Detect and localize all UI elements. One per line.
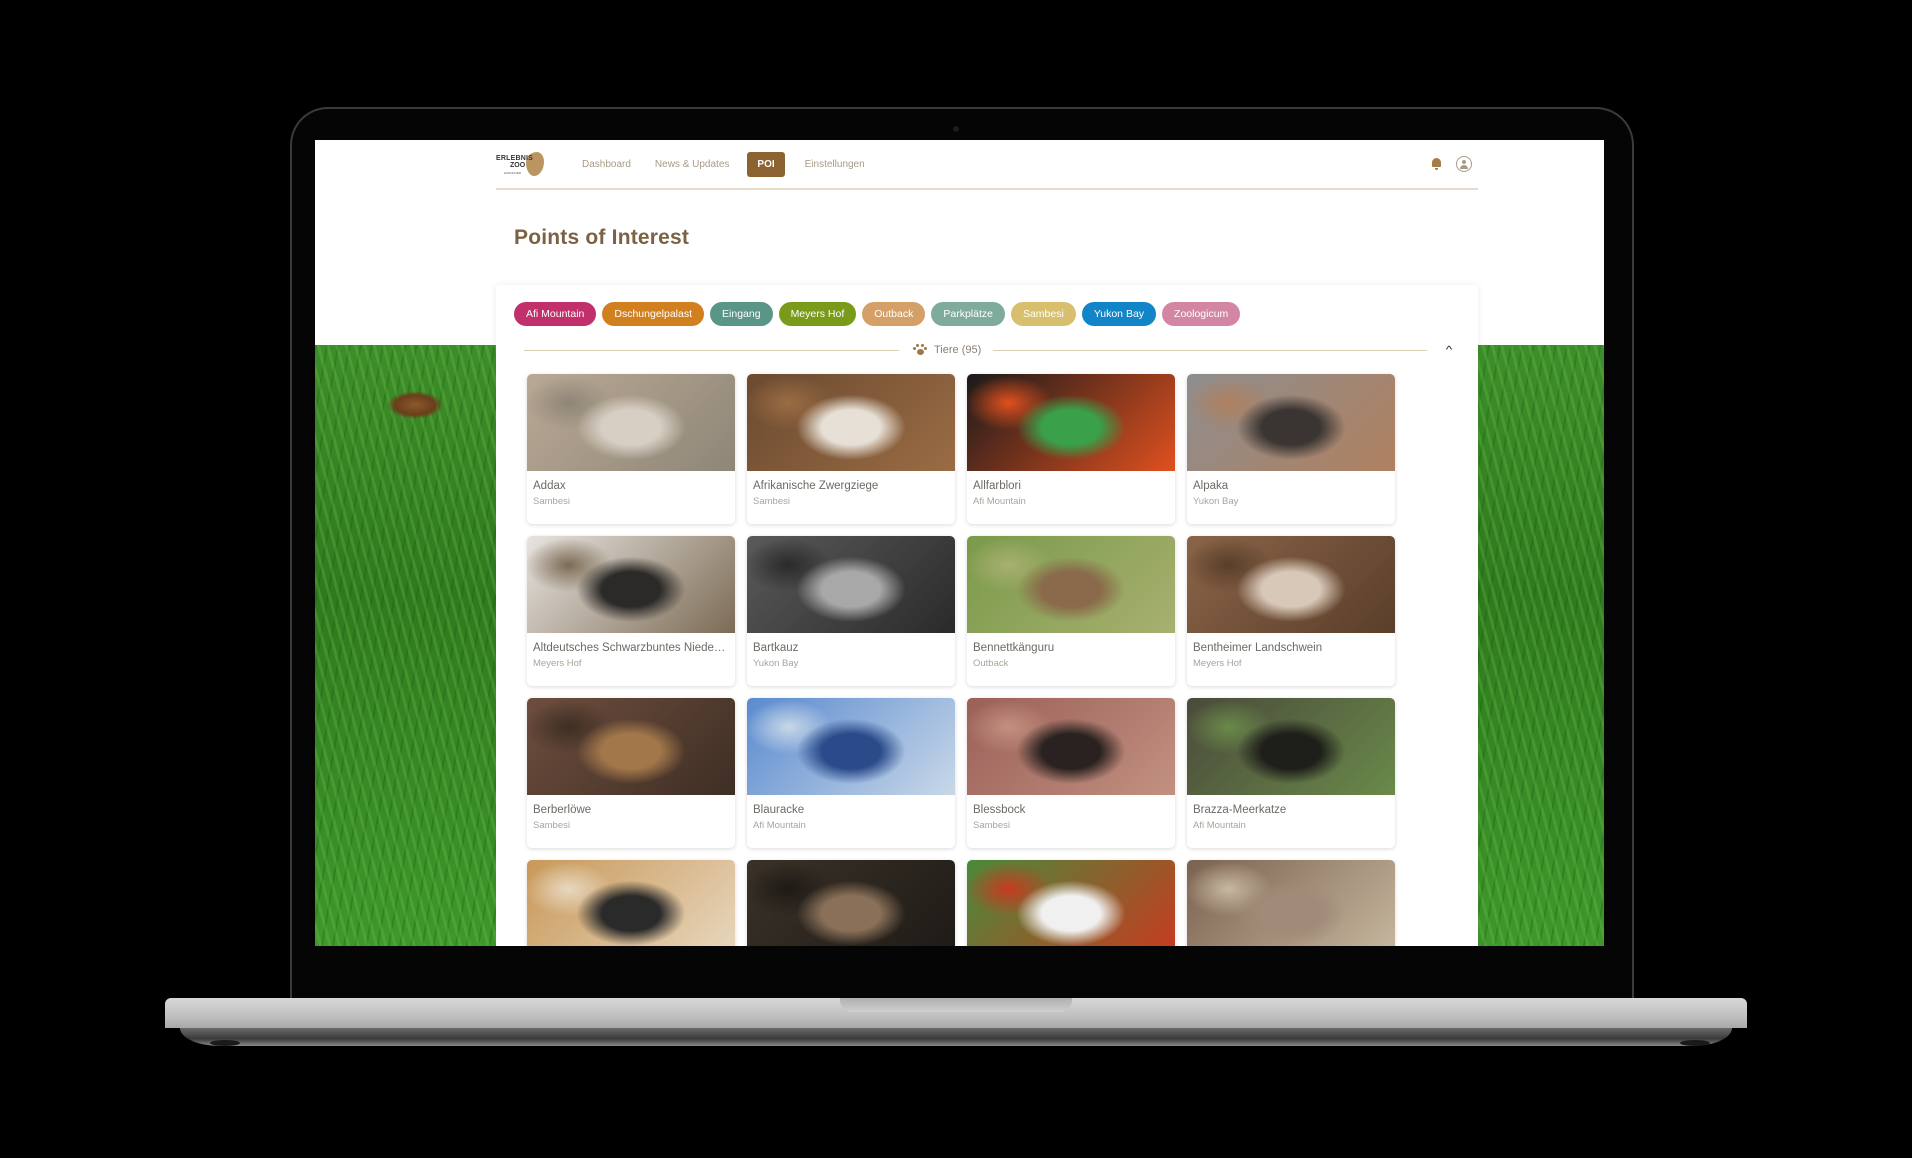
animal-area: Afi Mountain (753, 820, 806, 831)
poi-panel: Afi Mountain Dschungelpalast Eingang Meyers… (496, 285, 1478, 946)
animal-area: Sambesi (973, 820, 1010, 831)
animal-photo (747, 536, 955, 633)
animal-photo (747, 860, 955, 946)
filter-chip-meyers-hof[interactable]: Meyers Hof (778, 302, 857, 326)
animal-grid: Addax Sambesi Afrikanische Zwergziege Sambe… (527, 374, 1395, 946)
nav-item-news-updates[interactable]: News & Updates (655, 152, 729, 177)
logo-text-line3: HANNOVER (504, 171, 522, 175)
nav-actions (1431, 156, 1478, 172)
filter-chip-zoologicum[interactable]: Zoologicum (1162, 302, 1241, 326)
bell-icon[interactable] (1431, 158, 1442, 170)
animal-name: Bentheimer Landschwein (1193, 642, 1323, 654)
filter-chip-afi-mountain[interactable]: Afi Mountain (514, 302, 597, 326)
animal-area: Yukon Bay (753, 658, 799, 669)
animal-card[interactable]: Brazza-Meerkatze Afi Mountain (1187, 698, 1395, 848)
animal-card[interactable]: Addax Sambesi (527, 374, 735, 524)
animal-photo (967, 860, 1175, 946)
animal-area: Sambesi (533, 820, 570, 831)
animal-card[interactable] (527, 860, 735, 946)
animal-card[interactable]: Blessbock Sambesi (967, 698, 1175, 848)
chevron-up-icon[interactable]: ^ (1435, 345, 1463, 356)
nav-item-dashboard[interactable]: Dashboard (582, 152, 631, 177)
section-label: Tiere (95) (934, 344, 982, 356)
animal-name: Blauracke (753, 804, 805, 816)
logo-text-line1: ERLEBNIS (496, 155, 533, 162)
animal-card[interactable] (747, 860, 955, 946)
animal-name: Altdeutsches Schwarzbuntes Niederungsrin… (533, 642, 727, 654)
animal-photo (1187, 374, 1395, 471)
nav-items: Dashboard News & Updates POI Einstellungen (582, 151, 889, 177)
divider (993, 349, 1427, 351)
filter-chip-yukon-bay[interactable]: Yukon Bay (1081, 302, 1157, 326)
animal-photo (527, 860, 735, 946)
laptop-opening-notch (840, 998, 1072, 1012)
laptop-foot (210, 1040, 240, 1046)
page-title: Points of Interest (514, 226, 690, 249)
animal-area: Yukon Bay (1193, 496, 1239, 507)
filter-chip-outback[interactable]: Outback (862, 302, 926, 326)
animals-section-header[interactable]: Tiere (95) ^ (524, 340, 1459, 360)
animal-photo (1187, 860, 1395, 946)
animal-photo (747, 374, 955, 471)
animal-area: Afi Mountain (973, 496, 1026, 507)
animal-photo (747, 698, 955, 795)
filter-chip-dschungelpalast[interactable]: Dschungelpalast (602, 302, 705, 326)
animal-area: Afi Mountain (1193, 820, 1246, 831)
animal-area: Meyers Hof (533, 658, 582, 669)
animal-card[interactable]: Berberlöwe Sambesi (527, 698, 735, 848)
animal-name: Berberlöwe (533, 804, 592, 816)
animal-name: Blessbock (973, 804, 1026, 816)
animal-card[interactable]: Bentheimer Landschwein Meyers Hof (1187, 536, 1395, 686)
animal-name: Alpaka (1193, 480, 1229, 492)
animal-card[interactable] (1187, 860, 1395, 946)
paw-icon (913, 344, 927, 356)
filter-chip-eingang[interactable]: Eingang (710, 302, 773, 326)
animal-photo (527, 698, 735, 795)
animal-photo (967, 698, 1175, 795)
animal-card[interactable] (967, 860, 1175, 946)
webcam (953, 126, 959, 132)
user-account-icon[interactable] (1456, 156, 1472, 172)
animal-card[interactable]: Allfarblori Afi Mountain (967, 374, 1175, 524)
animal-card[interactable]: Bartkauz Yukon Bay (747, 536, 955, 686)
animal-photo (967, 374, 1175, 471)
animal-photo (1187, 698, 1395, 795)
top-navigation: ERLEBNIS ZOO HANNOVER Dashboard News & Up… (496, 140, 1478, 190)
animal-area: Meyers Hof (1193, 658, 1242, 669)
animal-area: Sambesi (533, 496, 570, 507)
animal-name: Bennettkänguru (973, 642, 1055, 654)
filter-chip-sambesi[interactable]: Sambesi (1010, 302, 1076, 326)
animal-card[interactable]: Blauracke Afi Mountain (747, 698, 955, 848)
animal-name: Bartkauz (753, 642, 799, 654)
animal-photo (527, 536, 735, 633)
animal-area: Outback (973, 658, 1009, 669)
filter-chip-parkplätze[interactable]: Parkplätze (931, 302, 1005, 326)
animal-name: Afrikanische Zwergziege (753, 480, 879, 492)
animal-card[interactable]: Altdeutsches Schwarzbuntes Niederungsrin… (527, 536, 735, 686)
animal-photo (967, 536, 1175, 633)
divider (524, 349, 899, 351)
animal-name: Brazza-Meerkatze (1193, 804, 1287, 816)
laptop-screen: ERLEBNIS ZOO HANNOVER Dashboard News & Up… (315, 140, 1604, 946)
logo-text-line2: ZOO (510, 162, 526, 169)
laptop-foot (1680, 1040, 1710, 1046)
animal-photo (1187, 536, 1395, 633)
animal-name: Addax (533, 480, 566, 492)
zoo-logo[interactable]: ERLEBNIS ZOO HANNOVER (496, 150, 546, 178)
animal-photo (527, 374, 735, 471)
nav-item-einstellungen[interactable]: Einstellungen (805, 152, 865, 177)
animal-card[interactable]: Bennettkänguru Outback (967, 536, 1175, 686)
animal-name: Allfarblori (973, 480, 1021, 492)
nav-item-poi[interactable]: POI (747, 151, 785, 177)
area-filter-chips: Afi Mountain Dschungelpalast Eingang Meyers… (514, 302, 1241, 326)
animal-area: Sambesi (753, 496, 790, 507)
laptop-base-underside (180, 1028, 1732, 1046)
animal-card[interactable]: Alpaka Yukon Bay (1187, 374, 1395, 524)
animal-card[interactable]: Afrikanische Zwergziege Sambesi (747, 374, 955, 524)
